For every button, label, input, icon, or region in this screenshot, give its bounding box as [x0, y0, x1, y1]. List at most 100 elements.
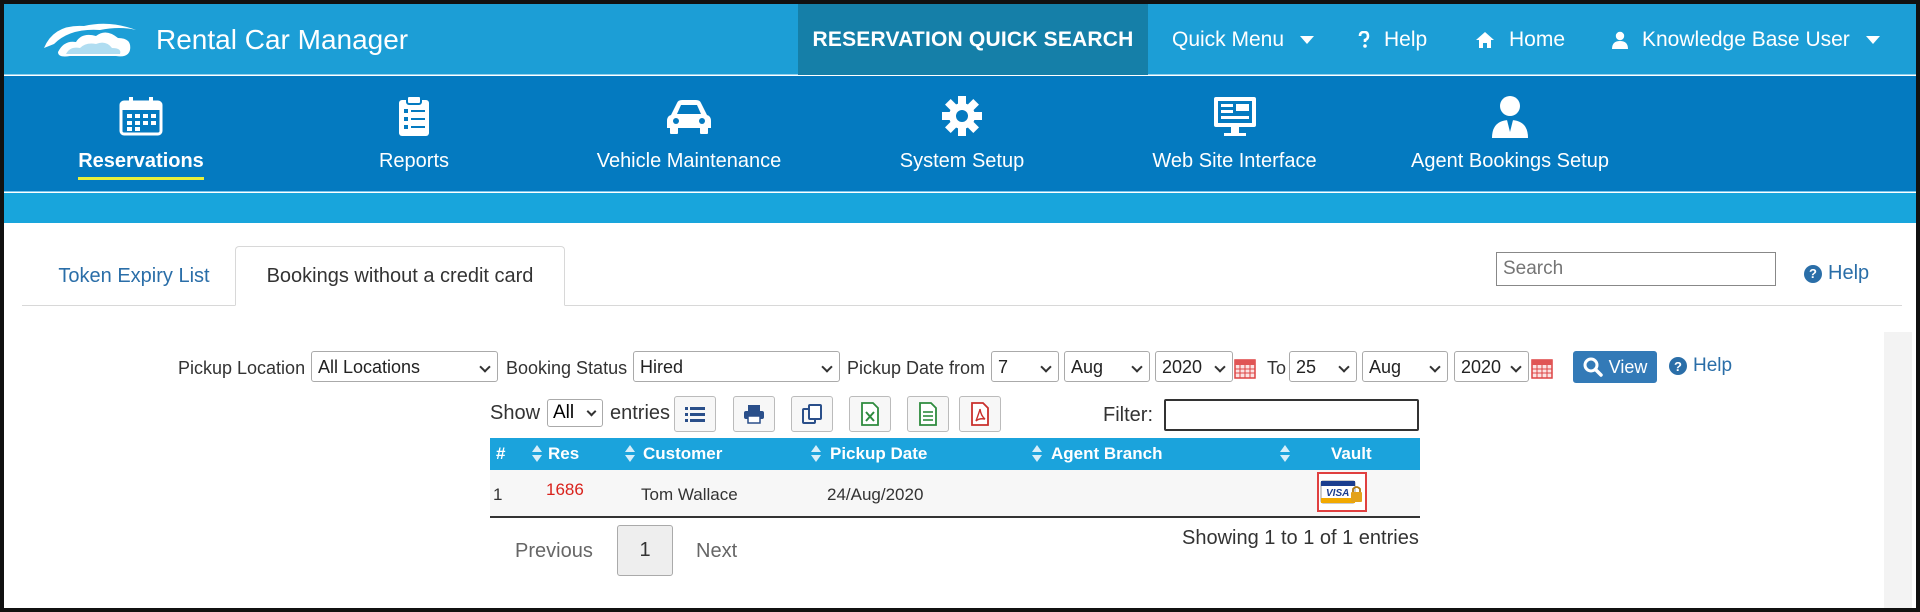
cell-res-link[interactable]: 1686 — [546, 480, 584, 500]
from-day-select[interactable]: 7 — [991, 351, 1059, 382]
nav-item-system-setup[interactable]: System Setup — [877, 76, 1047, 192]
top-bar: Rental Car Manager RESERVATION QUICK SEA… — [4, 4, 1916, 75]
help-link-filters[interactable]: ? Help — [1669, 355, 1732, 377]
calendar-picker-icon[interactable] — [1531, 359, 1553, 379]
cell-num: 1 — [493, 485, 503, 504]
chevron-down-icon — [1131, 361, 1143, 373]
table-header: # Res Customer Pickup Date Agent Branch … — [490, 438, 1420, 470]
main-nav: Reservations Reports Vehicle Maintenance… — [4, 76, 1916, 192]
table-filter-input[interactable] — [1164, 399, 1419, 431]
monitor-icon — [1213, 97, 1256, 136]
quick-menu-dropdown[interactable]: Quick Menu — [1172, 4, 1315, 75]
to-year-select[interactable]: 2020 — [1454, 351, 1529, 382]
pdf-export-button[interactable] — [959, 396, 1001, 432]
sort-icon[interactable] — [1280, 445, 1290, 465]
excel-export-button[interactable] — [849, 396, 891, 432]
gear-icon — [942, 96, 982, 136]
col-header-pickup-date[interactable]: Pickup Date — [830, 444, 927, 464]
text-file-icon — [919, 402, 937, 426]
search-icon — [1583, 357, 1603, 377]
chevron-down-icon — [1429, 361, 1441, 373]
nav-label-reports: Reports — [378, 150, 450, 172]
col-header-customer[interactable]: Customer — [643, 444, 722, 464]
chevron-down-icon — [1338, 361, 1350, 373]
chevron-down-icon — [1510, 361, 1522, 373]
to-month-value: Aug — [1369, 357, 1402, 377]
home-icon — [1476, 31, 1494, 48]
user-menu-dropdown[interactable]: Knowledge Base User — [1612, 4, 1880, 75]
sort-icon[interactable] — [532, 445, 542, 465]
tab-bookings-without-credit-card[interactable]: Bookings without a credit card — [235, 246, 565, 306]
nav-strip — [4, 193, 1916, 223]
to-day-select[interactable]: 25 — [1289, 351, 1357, 382]
view-button[interactable]: View — [1573, 351, 1657, 383]
col-header-num[interactable]: # — [496, 444, 505, 464]
page-length-select[interactable]: All — [547, 399, 603, 427]
col-header-vault[interactable]: Vault — [1331, 444, 1372, 464]
calendar-picker-icon[interactable] — [1234, 359, 1256, 379]
page-1-button[interactable]: 1 — [617, 525, 673, 576]
vault-card-button[interactable]: VISA — [1317, 472, 1367, 512]
copy-button[interactable] — [791, 396, 833, 432]
home-label: Home — [1509, 27, 1566, 51]
app-title: Rental Car Manager — [156, 24, 409, 55]
calendar-icon — [119, 97, 163, 136]
user-name: Knowledge Base User — [1642, 27, 1850, 51]
pickup-location-value: All Locations — [318, 357, 421, 377]
nav-item-vehicle-maintenance[interactable]: Vehicle Maintenance — [579, 76, 799, 192]
excel-file-icon — [861, 402, 879, 426]
svg-text:VISA: VISA — [1326, 488, 1349, 499]
page-length-value: All — [553, 402, 575, 423]
chevron-down-icon — [1865, 35, 1880, 44]
next-page-button[interactable]: Next — [696, 540, 737, 563]
booking-status-select[interactable]: Hired — [633, 351, 840, 382]
sort-icon[interactable] — [811, 445, 821, 465]
cell-customer: Tom Wallace — [641, 485, 738, 504]
user-icon — [1612, 31, 1628, 49]
cloud-car-logo-icon — [44, 23, 136, 57]
brand[interactable]: Rental Car Manager — [40, 14, 408, 66]
question-icon — [1358, 30, 1370, 48]
search-input[interactable] — [1496, 252, 1776, 286]
from-year-select[interactable]: 2020 — [1155, 351, 1233, 382]
help-label: Help — [1693, 355, 1733, 376]
help-link[interactable]: Help — [1358, 4, 1427, 75]
table-row: 1 1686 Tom Wallace 24/Aug/2020 VISA — [490, 470, 1420, 518]
pickup-location-label: Pickup Location — [178, 358, 306, 378]
col-header-res[interactable]: Res — [548, 444, 579, 464]
pickup-location-select[interactable]: All Locations — [311, 351, 498, 382]
reservation-quick-search-button[interactable]: RESERVATION QUICK SEARCH — [798, 4, 1148, 75]
nav-label-web-site-interface: Web Site Interface — [1152, 150, 1317, 172]
nav-label-agent-bookings-setup: Agent Bookings Setup — [1411, 150, 1609, 172]
column-visibility-button[interactable] — [674, 396, 716, 432]
nav-item-web-site-interface[interactable]: Web Site Interface — [1132, 76, 1337, 192]
cell-pickup-date: 24/Aug/2020 — [827, 485, 924, 504]
nav-item-reports[interactable]: Reports — [339, 76, 489, 192]
help-circle-icon: ? — [1804, 264, 1822, 283]
home-link[interactable]: Home — [1475, 4, 1565, 75]
help-link-tabs[interactable]: ? Help — [1804, 262, 1869, 285]
sort-icon[interactable] — [1032, 445, 1042, 465]
csv-export-button[interactable] — [907, 396, 949, 432]
booking-status-value: Hired — [640, 357, 684, 377]
copy-icon — [802, 404, 822, 424]
print-icon — [744, 405, 764, 424]
print-button[interactable] — [733, 396, 775, 432]
tab-token-expiry-list[interactable]: Token Expiry List — [34, 246, 234, 306]
app-window: Rental Car Manager RESERVATION QUICK SEA… — [0, 0, 1920, 612]
sort-icon[interactable] — [625, 445, 635, 465]
to-month-select[interactable]: Aug — [1362, 351, 1448, 382]
nav-item-reservations[interactable]: Reservations — [56, 76, 226, 192]
previous-page-button[interactable]: Previous — [515, 540, 593, 563]
to-day-value: 25 — [1296, 357, 1317, 377]
pdf-file-icon — [971, 402, 989, 426]
bookings-table: # Res Customer Pickup Date Agent Branch … — [490, 438, 1420, 518]
nav-label-system-setup: System Setup — [899, 150, 1025, 172]
to-year-value: 2020 — [1461, 357, 1502, 377]
entries-label: entries — [610, 402, 671, 424]
from-month-select[interactable]: Aug — [1064, 351, 1150, 382]
col-header-agent-branch[interactable]: Agent Branch — [1051, 444, 1162, 464]
clipboard-icon — [399, 95, 429, 136]
nav-item-agent-bookings-setup[interactable]: Agent Bookings Setup — [1400, 76, 1620, 192]
visa-card-lock-icon: VISA — [1320, 480, 1362, 504]
